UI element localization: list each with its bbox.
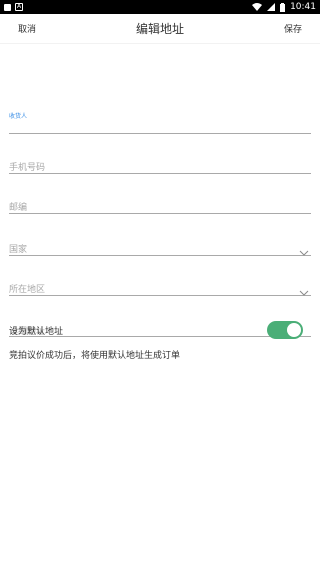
toggle-knob [287, 323, 301, 337]
recipient-label: 收货人 [9, 113, 28, 120]
notification-square-icon [4, 3, 11, 11]
status-right: 10:41 [252, 2, 316, 12]
battery-icon [280, 2, 286, 12]
address-form: 收货人 手机号码 邮编 国家 所在地区 详细地址 [0, 88, 320, 337]
a-box-icon: A [15, 3, 23, 11]
signal-icon [267, 3, 276, 11]
status-left: A [4, 3, 23, 11]
recipient-field[interactable]: 收货人 [9, 88, 311, 134]
status-bar: A 10:41 [0, 0, 320, 14]
page-title: 编辑地址 [135, 22, 184, 36]
status-time: 10:41 [290, 2, 316, 12]
save-button[interactable]: 保存 [284, 22, 302, 35]
postcode-placeholder: 邮编 [9, 203, 28, 213]
region-placeholder: 所在地区 [9, 285, 46, 295]
default-address-toggle[interactable] [267, 321, 303, 339]
default-address-row: 设为默认地址 [9, 320, 303, 340]
country-select[interactable]: 国家 [9, 214, 311, 256]
default-address-label: 设为默认地址 [9, 326, 64, 337]
nav-bar: 取消 编辑地址 保存 [0, 14, 320, 44]
phone-field[interactable]: 手机号码 [9, 134, 311, 174]
wifi-icon [252, 3, 263, 11]
postcode-field[interactable]: 邮编 [9, 174, 311, 214]
default-address-note: 竞拍议价成功后，将使用默认地址生成订单 [9, 351, 181, 361]
region-select[interactable]: 所在地区 [9, 256, 311, 296]
cancel-button[interactable]: 取消 [18, 22, 36, 35]
country-placeholder: 国家 [9, 245, 28, 255]
phone-placeholder: 手机号码 [9, 163, 46, 173]
